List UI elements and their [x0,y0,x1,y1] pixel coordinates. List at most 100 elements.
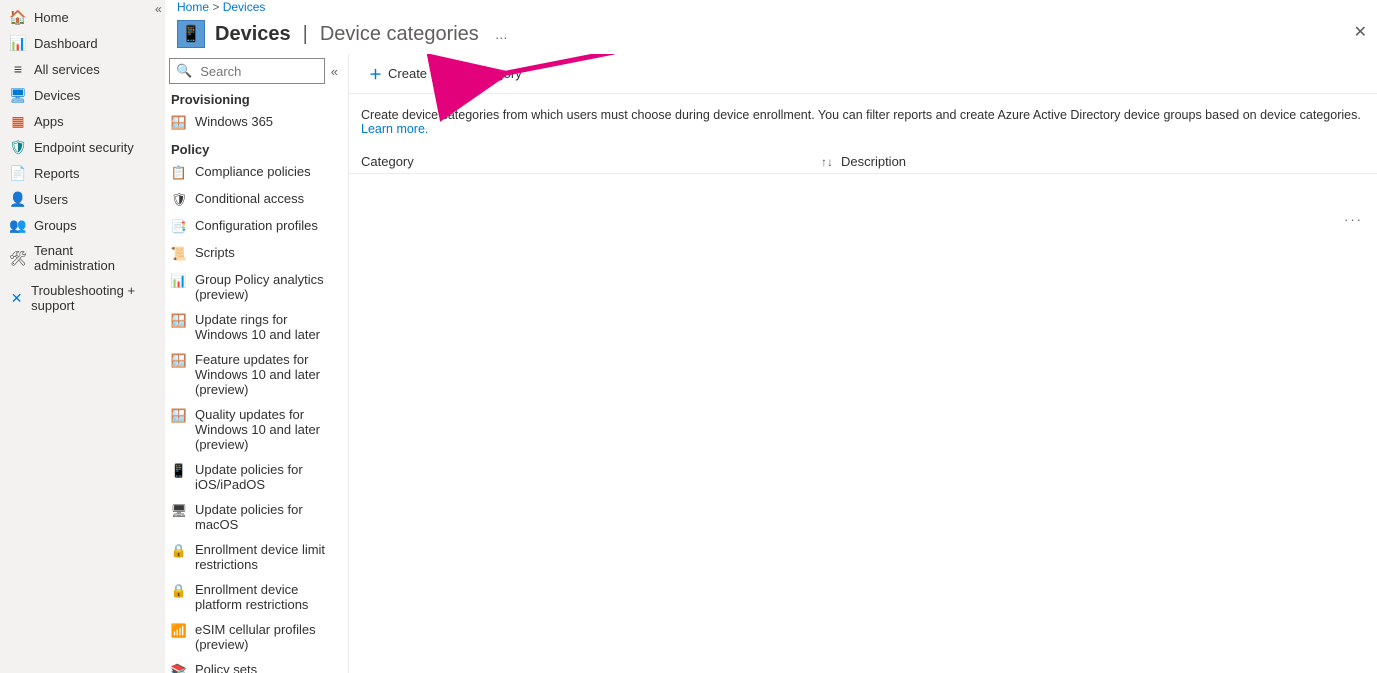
nav-label: Troubleshooting + support [31,283,155,313]
blade-title: Devices [215,23,291,46]
nav-label: Windows 365 [195,114,273,129]
secondary-nav: 🔍 « Provisioning 🪟 Windows 365 Policy📋Compl… [165,54,348,673]
nav-label: Policy sets [195,662,257,673]
sort-icon[interactable]: ↑↓ [821,155,833,169]
primary-nav-item[interactable]: ▦ Apps [0,108,165,134]
secondary-nav-item[interactable]: 📶 eSIM cellular profiles (preview) [165,617,347,657]
devices-icon: 📱 [177,20,205,48]
learn-more-link[interactable]: Learn more. [361,122,428,136]
secondary-nav-item[interactable]: 📋Compliance policies [165,159,347,186]
nav-label: Group Policy analytics (preview) [195,272,339,302]
primary-nav-item[interactable]: ✕ Troubleshooting + support [0,278,165,318]
nav-icon: 🖥 [10,87,26,103]
create-label: Create device category [388,66,522,81]
nav-icon: 🪟 [171,408,187,424]
secondary-nav-item[interactable]: 📚 Policy sets [165,657,347,673]
primary-nav-item[interactable]: 🏠Home [0,4,165,30]
breadcrumb-devices[interactable]: Devices [223,0,266,14]
nav-icon: 🔒 [171,543,187,559]
nav-icon: 🖥 [171,503,187,519]
blade-subtitle: Device categories [320,23,479,46]
row-more-icon[interactable]: ··· [1344,212,1363,227]
nav-label: Tenant administration [34,243,155,273]
nav-label: Configuration profiles [195,218,318,233]
secondary-nav-item[interactable]: 📑 Configuration profiles [165,213,347,240]
secondary-nav-item[interactable]: 📊 Group Policy analytics (preview) [165,267,347,307]
column-description[interactable]: Description [841,154,1365,169]
secondary-nav-item[interactable]: 🪟 Quality updates for Windows 10 and late… [165,402,347,457]
nav-label: Quality updates for Windows 10 and later… [195,407,339,452]
nav-icon: 📋 [171,165,187,181]
search-icon: 🔍 [176,63,192,79]
nav-icon: 📑 [171,219,187,235]
primary-nav-item[interactable]: 📄 Reports [0,160,165,186]
blade-more[interactable]: … [495,27,510,42]
secondary-nav-collapse[interactable]: « [325,64,338,79]
breadcrumb-home[interactable]: Home [177,0,209,14]
secondary-nav-group-header: Policy [165,136,347,159]
nav-label: eSIM cellular profiles (preview) [195,622,339,652]
nav-icon: 📚 [171,663,187,673]
content-pane: ＋ Create device category [348,54,1377,673]
close-icon[interactable]: ✕ [1354,22,1367,42]
secondary-nav-item[interactable]: 🔒Enrollment device platform restrictions [165,577,347,617]
nav-label: Home [34,10,69,25]
secondary-nav-item[interactable]: 🪟 Feature updates for Windows 10 and late… [165,347,347,402]
primary-nav-collapse[interactable]: « [155,2,162,16]
nav-label: Apps [34,114,64,129]
secondary-nav-group-header: Provisioning [165,90,347,109]
nav-label: Update policies for iOS/iPadOS [195,462,339,492]
nav-icon: 📄 [10,165,26,181]
plus-icon: ＋ [369,64,382,83]
create-device-category-button[interactable]: ＋ Create device category [361,60,530,87]
nav-icon: 🛡 [171,192,187,208]
primary-nav-item[interactable]: 🛡 Endpoint security [0,134,165,160]
nav-icon: 🪟 [171,353,187,369]
secondary-nav-item[interactable]: 🔒 Enrollment device limit restrictions [165,537,347,577]
nav-icon: 📜 [171,246,187,262]
nav-label: All services [34,62,100,77]
description-text: Create device categories from which user… [349,94,1377,150]
nav-icon: ≡ [10,61,26,77]
grid-header: Category ↑↓ Description [349,150,1377,174]
nav-label: Enrollment device limit restrictions [195,542,339,572]
primary-nav-item[interactable]: 👤Users [0,186,165,212]
nav-icon: 🔒 [171,583,187,599]
nav-icon: 🪟 [171,115,187,131]
primary-nav: « 🏠Home 📊 Dashboard ≡ All services 🖥 Devices ▦ A… [0,0,165,673]
nav-label: Conditional access [195,191,304,206]
primary-nav-item[interactable]: 🖥 Devices [0,82,165,108]
nav-icon: 🛠 [10,250,26,266]
nav-label: Devices [34,88,80,103]
nav-label: Update rings for Windows 10 and later [195,312,339,342]
primary-nav-item[interactable]: 👥Groups [0,212,165,238]
primary-nav-item[interactable]: 📊 Dashboard [0,30,165,56]
nav-label: Users [34,192,68,207]
nav-label: Reports [34,166,80,181]
nav-icon: 📊 [10,35,26,51]
nav-icon: ✕ [10,290,23,306]
search-input-wrap[interactable]: 🔍 [169,58,325,84]
secondary-nav-item[interactable]: 🪟 Update rings for Windows 10 and later [165,307,347,347]
secondary-nav-item[interactable]: 🖥 Update policies for macOS [165,497,347,537]
nav-icon: ▦ [10,113,26,129]
secondary-nav-item[interactable]: 📜Scripts [165,240,347,267]
nav-icon: 🪟 [171,313,187,329]
primary-nav-item[interactable]: ≡ All services [0,56,165,82]
nav-icon: 🛡 [10,139,26,155]
nav-label: Endpoint security [34,140,134,155]
primary-nav-item[interactable]: 🛠 Tenant administration [0,238,165,278]
breadcrumb: Home > Devices [165,0,1377,14]
nav-label: Feature updates for Windows 10 and later… [195,352,339,397]
nav-label: Dashboard [34,36,98,51]
secondary-nav-item[interactable]: 🪟 Windows 365 [165,109,347,136]
nav-icon: 📶 [171,623,187,639]
secondary-nav-item[interactable]: 📱 Update policies for iOS/iPadOS [165,457,347,497]
nav-label: Groups [34,218,77,233]
nav-icon: 📊 [171,273,187,289]
secondary-nav-item[interactable]: 🛡 Conditional access [165,186,347,213]
nav-icon: 📱 [171,463,187,479]
search-input[interactable] [198,63,318,80]
column-category[interactable]: Category ↑↓ [361,154,841,169]
nav-label: Update policies for macOS [195,502,339,532]
